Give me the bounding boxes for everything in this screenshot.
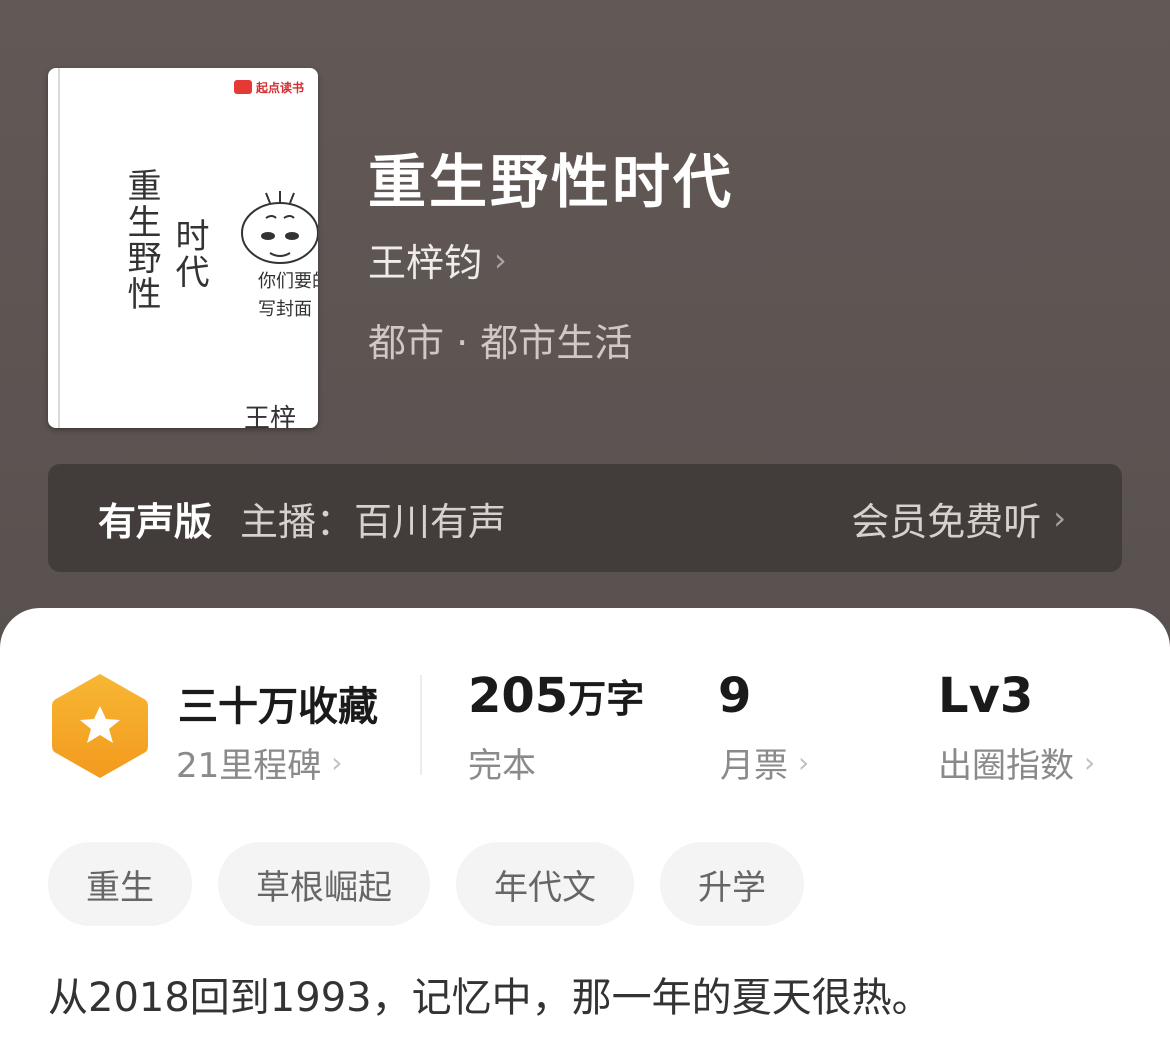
star-badge-icon	[52, 674, 148, 778]
monthly-tickets-count: 9	[718, 668, 751, 724]
chevron-right-icon: ›	[1084, 746, 1096, 779]
cover-title-col2: 时代	[169, 218, 209, 290]
audio-host: 主播：百川有声	[240, 499, 507, 544]
tag-list: 重生 草根崛起 年代文 升学	[48, 842, 804, 926]
word-count-number: 205	[468, 668, 569, 724]
tag-chip[interactable]: 重生	[48, 842, 192, 926]
monthly-tickets-number: 9	[718, 668, 752, 724]
book-status: 完本	[468, 738, 536, 787]
member-free-listen-label: 会员免费听	[851, 499, 1042, 544]
book-category: 都市 · 都市生活	[368, 321, 633, 365]
book-description: 从2018回到1993，记忆中，那一年的夏天很热。	[48, 975, 932, 1021]
level-number: Lv3	[938, 668, 1034, 724]
member-free-listen-button[interactable]: 会员免费听 ›	[851, 491, 1066, 546]
cover-title-col1: 重生野性	[121, 168, 161, 312]
tag-chip[interactable]: 草根崛起	[218, 842, 430, 926]
word-count: 205万字	[468, 668, 644, 724]
author-link[interactable]: 王梓钧 ›	[368, 232, 507, 287]
chevron-right-icon: ›	[798, 746, 810, 779]
tag-chip[interactable]: 升学	[660, 842, 804, 926]
chevron-right-icon: ›	[494, 240, 507, 279]
audio-version-bar[interactable]: 有声版 主播：百川有声 会员免费听 ›	[48, 464, 1122, 572]
tag-chip[interactable]: 年代文	[456, 842, 634, 926]
popularity-index-label: 出圈指数	[938, 746, 1074, 786]
milestone-link[interactable]: 21里程碑 ›	[176, 738, 342, 787]
book-title: 重生野性时代	[368, 148, 735, 216]
word-count-unit: 万字	[568, 677, 645, 721]
stats-divider	[420, 675, 422, 775]
popularity-index-link[interactable]: 出圈指数 ›	[938, 738, 1095, 787]
audio-label: 有声版	[98, 499, 213, 544]
monthly-tickets-link[interactable]: 月票 ›	[720, 738, 809, 787]
milestone-label: 21里程碑	[176, 746, 322, 786]
level-value: Lv3	[938, 668, 1033, 724]
chevron-right-icon: ›	[1053, 499, 1066, 537]
author-name: 王梓钧	[368, 241, 483, 285]
monthly-tickets-label: 月票	[720, 746, 788, 786]
book-cover[interactable]: 起点读书 重生野性 时代 你们要的手写封面 王梓钧	[48, 68, 318, 428]
book-status-label: 完本	[468, 746, 536, 786]
cover-author: 王梓钧	[244, 404, 297, 428]
chevron-right-icon: ›	[331, 746, 343, 779]
cover-note: 你们要的手写封面	[258, 271, 318, 320]
favorites-count: 三十万收藏	[178, 684, 378, 730]
